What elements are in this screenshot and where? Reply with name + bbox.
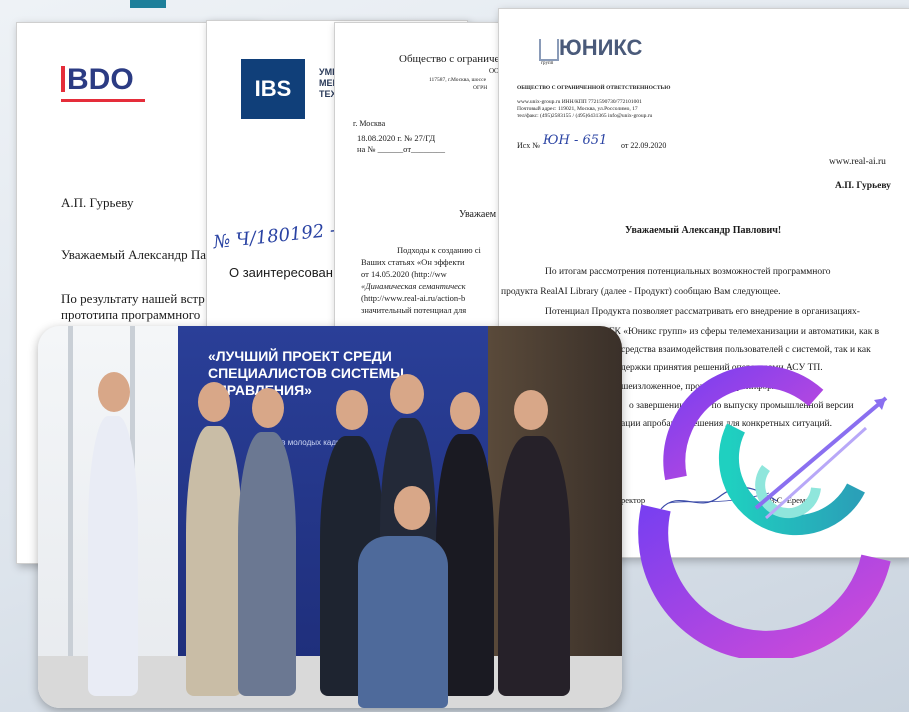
bdo-body-line: прототипа программного: [61, 307, 201, 322]
team-photo: «ЛУЧШИЙ ПРОЕКТ СРЕДИ СПЕЦИАЛИСТОВ СИСТЕМ…: [38, 326, 622, 708]
rings-logo: [638, 365, 891, 658]
person: [186, 426, 242, 696]
ooo-date: 18.08.2020 г. № 27/ГД: [357, 133, 436, 143]
person-head: [450, 392, 480, 430]
ibs-heading: О заинтересован: [229, 265, 333, 280]
header-accent: [130, 0, 166, 8]
person-head: [390, 374, 424, 414]
unix-greeting: Уважаемый Александр Павлович!: [625, 225, 782, 236]
unix-body-line: средства взаимодействия пользователей с …: [621, 345, 871, 355]
unix-site: www.real-ai.ru: [829, 157, 886, 167]
unix-body-line: ГК «Юникс групп» из сферы телемеханизаци…: [609, 327, 880, 337]
unix-ref-handwritten: ЮН - 651: [543, 133, 608, 148]
person: [498, 436, 570, 696]
person: [238, 432, 296, 696]
ooo-greeting: Уважаем: [459, 209, 497, 220]
bdo-greeting: Уважаемый Александр Па: [61, 247, 206, 262]
bdo-logo: BDO: [61, 63, 134, 97]
person-head: [336, 390, 368, 430]
unix-body-line: Потенциал Продукта позволяет рассматрива…: [545, 307, 860, 317]
person-kneeling: [358, 536, 448, 708]
ooo-body-line: Ваших статьях «Он эффекти: [361, 257, 465, 267]
unix-addressee: А.П. Гурьеву: [835, 181, 891, 191]
unix-details: Почтовый адрес: 119021, Москва, ул.Россо…: [517, 106, 638, 112]
person-head: [394, 486, 430, 530]
bdo-addressee: А.П. Гурьеву: [61, 195, 134, 210]
unix-body-line: По итогам рассмотрения потенциальных воз…: [545, 267, 831, 277]
unix-logo-sub: групп: [541, 61, 554, 66]
ooo-ogrn: ОГРН: [473, 85, 488, 91]
ooo-address: 117587, г.Москва, шоссе: [429, 77, 487, 83]
ooo-body-line: Подходы к созданию сі: [397, 245, 481, 255]
ooo-org: Общество с ограничен: [399, 53, 506, 65]
bdo-logo-underline: [61, 99, 145, 102]
person-head: [514, 390, 548, 430]
person-head: [98, 372, 130, 412]
unix-details: www.unix-group.ru ИНН/КПП 7721590730/772…: [517, 99, 642, 105]
ooo-body-line: «Динамическая семантическ: [361, 281, 466, 291]
unix-logo: ЮНИКС: [559, 35, 643, 60]
person: [88, 416, 138, 696]
unix-logo-mark: [539, 39, 559, 61]
ooo-reply-to: на № ______от________: [357, 144, 446, 154]
person-head: [252, 388, 284, 428]
unix-body-line: продукта RealAI Library (далее - Продукт…: [501, 287, 781, 297]
ooo-body-line: значительный потенциал для: [361, 305, 467, 315]
unix-ref-prefix: Исх №: [517, 141, 540, 150]
ibs-logo: IBS: [241, 59, 305, 119]
unix-details: тел/факс: (495)2583155 / (495)6431365 in…: [517, 113, 653, 119]
person-head: [198, 382, 230, 422]
unix-ref-date: от 22.09.2020: [621, 141, 667, 150]
ooo-body-line: от 14.05.2020 (http://ww: [361, 269, 447, 279]
bdo-body-line: По результату нашей встр: [61, 291, 205, 306]
ooo-city: г. Москва: [353, 119, 386, 128]
ibs-handwritten-number: № Ч/180192 - 0: [212, 217, 355, 254]
ooo-body-line: (http://www.real-ai.ru/action-b: [361, 293, 466, 303]
unix-org: ОБЩЕСТВО С ОГРАНИЧЕННОЙ ОТВЕТСТВЕННОСТЬЮ: [517, 85, 671, 91]
